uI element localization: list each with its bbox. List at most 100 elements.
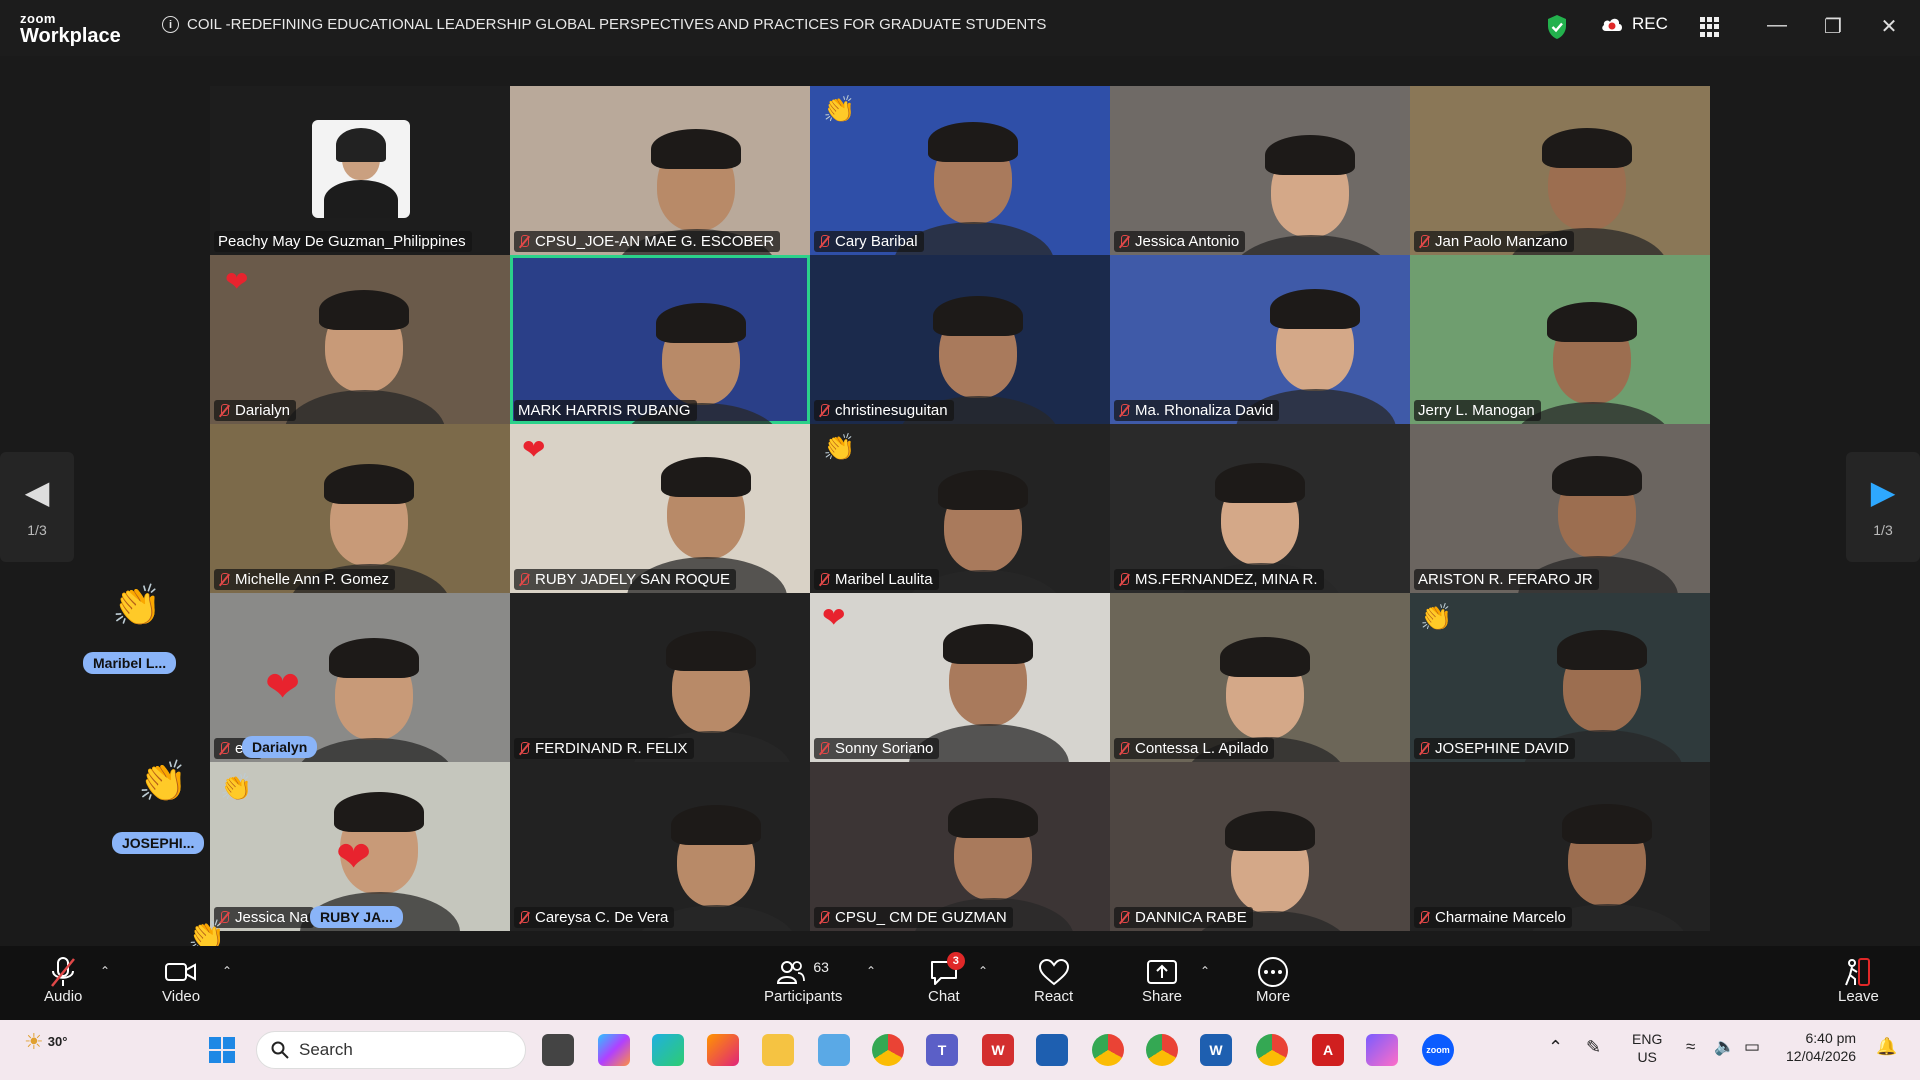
mic-muted-icon bbox=[518, 572, 530, 587]
previous-page-button[interactable]: ◀ 1/3 bbox=[0, 452, 74, 562]
share-options-chevron-icon[interactable]: ⌃ bbox=[1200, 964, 1210, 978]
volume-icon[interactable]: 🔈 bbox=[1714, 1036, 1735, 1057]
copilot-icon[interactable] bbox=[598, 1034, 630, 1066]
info-icon[interactable]: i bbox=[162, 16, 179, 33]
participant-name-label: Jessica Na bbox=[214, 907, 315, 928]
participant-tile[interactable]: Charmaine Marcelo bbox=[1410, 762, 1710, 931]
taskbar-search-input[interactable]: Search bbox=[256, 1031, 526, 1069]
windows-start-icon[interactable] bbox=[206, 1034, 238, 1066]
participant-tile[interactable]: MARK HARRIS RUBANG bbox=[510, 255, 810, 424]
participant-tile[interactable]: Jan Paolo Manzano bbox=[1410, 86, 1710, 255]
participants-options-chevron-icon[interactable]: ⌃ bbox=[866, 964, 876, 978]
meeting-title[interactable]: i COIL -REDEFINING EDUCATIONAL LEADERSHI… bbox=[162, 16, 1046, 33]
participant-tile[interactable]: christinesuguitan bbox=[810, 255, 1110, 424]
participant-tile[interactable]: Ma. Rhonaliza David bbox=[1110, 255, 1410, 424]
minimize-icon[interactable]: — bbox=[1762, 14, 1792, 37]
show-hidden-icons-chevron-icon[interactable]: ⌃ bbox=[1548, 1036, 1563, 1059]
view-grid-icon[interactable] bbox=[1700, 17, 1720, 37]
mic-muted-icon bbox=[518, 741, 530, 756]
pen-input-icon[interactable]: ✎ bbox=[1586, 1036, 1601, 1059]
battery-icon[interactable]: ▭ bbox=[1744, 1036, 1760, 1057]
teams-icon[interactable]: T bbox=[926, 1034, 958, 1066]
restore-icon[interactable]: ❐ bbox=[1818, 14, 1848, 39]
mic-muted-icon bbox=[1118, 741, 1130, 756]
more-dots-icon bbox=[1258, 957, 1289, 987]
cloud-record-icon bbox=[1602, 18, 1622, 31]
clock[interactable]: 6:40 pm 12/04/2026 bbox=[1786, 1030, 1856, 1065]
participant-name-label: Maribel Laulita bbox=[814, 569, 939, 590]
chrome-icon[interactable] bbox=[872, 1034, 904, 1066]
chrome-profile-icon[interactable] bbox=[1256, 1034, 1288, 1066]
snipping-tool-icon[interactable] bbox=[818, 1034, 850, 1066]
profile-avatar bbox=[312, 120, 410, 218]
video-button[interactable]: Video bbox=[162, 956, 200, 1005]
participant-name-label: MS.FERNANDEZ, MINA R. bbox=[1114, 569, 1324, 590]
firefox-icon[interactable] bbox=[707, 1034, 739, 1066]
recording-indicator[interactable]: REC bbox=[1600, 14, 1668, 34]
participant-tile[interactable]: DANNICA RABE bbox=[1110, 762, 1410, 931]
file-explorer-icon[interactable] bbox=[762, 1034, 794, 1066]
participant-tile[interactable]: Careysa C. De Vera bbox=[510, 762, 810, 931]
microsoft-store-icon[interactable] bbox=[1036, 1034, 1068, 1066]
encryption-shield-icon[interactable] bbox=[1546, 14, 1568, 40]
participant-tile[interactable]: Michelle Ann P. Gomez bbox=[210, 424, 510, 593]
chat-options-chevron-icon[interactable]: ⌃ bbox=[978, 964, 988, 978]
heart-reaction-icon: ❤ bbox=[225, 266, 249, 297]
mic-muted-icon bbox=[51, 957, 76, 987]
chat-button[interactable]: 3 Chat bbox=[928, 952, 965, 1005]
participant-tile[interactable]: CPSU_JOE-AN MAE G. ESCOBER bbox=[510, 86, 810, 255]
participant-tile[interactable]: Jessica Antonio bbox=[1110, 86, 1410, 255]
more-button[interactable]: More bbox=[1256, 956, 1290, 1005]
audio-options-chevron-icon[interactable]: ⌃ bbox=[100, 964, 110, 978]
zoom-app-icon[interactable]: zoom bbox=[1422, 1034, 1454, 1066]
participant-name: CPSU_ CM DE GUZMAN bbox=[835, 909, 1007, 926]
react-button[interactable]: React bbox=[1034, 956, 1073, 1005]
participant-name-label: ARISTON R. FERARO JR bbox=[1414, 569, 1599, 590]
participant-name: ARISTON R. FERARO JR bbox=[1418, 571, 1593, 588]
photos-icon[interactable] bbox=[1366, 1034, 1398, 1066]
participant-tile[interactable]: FERDINAND R. FELIX bbox=[510, 593, 810, 762]
participant-tile[interactable]: MS.FERNANDEZ, MINA R. bbox=[1110, 424, 1410, 593]
participant-tile[interactable]: Peachy May De Guzman_Philippines bbox=[210, 86, 510, 255]
arrow-left-icon: ◀ bbox=[24, 474, 50, 510]
edge-browser-icon[interactable] bbox=[652, 1034, 684, 1066]
notifications-bell-icon[interactable]: 🔔 bbox=[1876, 1036, 1897, 1057]
participant-tile[interactable]: CPSU_ CM DE GUZMAN bbox=[810, 762, 1110, 931]
video-camera-icon bbox=[165, 963, 197, 981]
word-icon[interactable]: W bbox=[1200, 1034, 1232, 1066]
leave-button[interactable]: Leave bbox=[1838, 956, 1879, 1005]
language-indicator[interactable]: ENG US bbox=[1632, 1031, 1662, 1066]
share-button[interactable]: Share bbox=[1142, 956, 1182, 1005]
participant-name-label: JOSEPHINE DAVID bbox=[1414, 738, 1575, 759]
close-icon[interactable]: ✕ bbox=[1874, 14, 1904, 39]
mic-muted-icon bbox=[1118, 572, 1130, 587]
clap-reaction-icon: 👏 bbox=[138, 760, 188, 804]
audio-button[interactable]: Audio bbox=[44, 956, 82, 1005]
next-page-button[interactable]: ▶ 1/3 bbox=[1846, 452, 1920, 562]
wps-office-icon[interactable]: W bbox=[982, 1034, 1014, 1066]
chrome-profile-icon[interactable] bbox=[1092, 1034, 1124, 1066]
mic-muted-icon bbox=[818, 741, 830, 756]
participant-tile[interactable]: Contessa L. Apilado bbox=[1110, 593, 1410, 762]
pdf-reader-icon[interactable]: A bbox=[1312, 1034, 1344, 1066]
heart-reaction-icon: ❤ bbox=[336, 833, 372, 880]
wifi-icon[interactable]: ≈ bbox=[1686, 1036, 1695, 1057]
participant-tile[interactable]: ARISTON R. FERARO JR bbox=[1410, 424, 1710, 593]
participant-tile[interactable]: RUBY JADELY SAN ROQUE bbox=[510, 424, 810, 593]
participant-tile[interactable]: JOSEPHINE DAVID bbox=[1410, 593, 1710, 762]
task-view-icon[interactable] bbox=[542, 1034, 574, 1066]
windows-taskbar: ☀ 30° Search T W W A zoom ⌃ ✎ ENG US ≈ 🔈… bbox=[0, 1020, 1920, 1080]
reaction-name-ruby: RUBY JA... bbox=[310, 906, 403, 928]
participant-tile[interactable]: Jerry L. Manogan bbox=[1410, 255, 1710, 424]
participant-tile[interactable]: Darialyn bbox=[210, 255, 510, 424]
participant-name-label: Jessica Antonio bbox=[1114, 231, 1246, 252]
weather-widget[interactable]: ☀ 30° bbox=[24, 1028, 67, 1056]
chrome-profile-icon[interactable] bbox=[1146, 1034, 1178, 1066]
participant-name: Jan Paolo Manzano bbox=[1435, 233, 1568, 250]
participant-tile[interactable]: Sonny Soriano bbox=[810, 593, 1110, 762]
video-options-chevron-icon[interactable]: ⌃ bbox=[222, 964, 232, 978]
mic-muted-icon bbox=[218, 572, 230, 587]
reaction-name-maribel: Maribel L... bbox=[83, 652, 177, 674]
participants-button[interactable]: 63 Participants bbox=[764, 956, 842, 1005]
participant-name-label: Darialyn bbox=[214, 400, 297, 421]
